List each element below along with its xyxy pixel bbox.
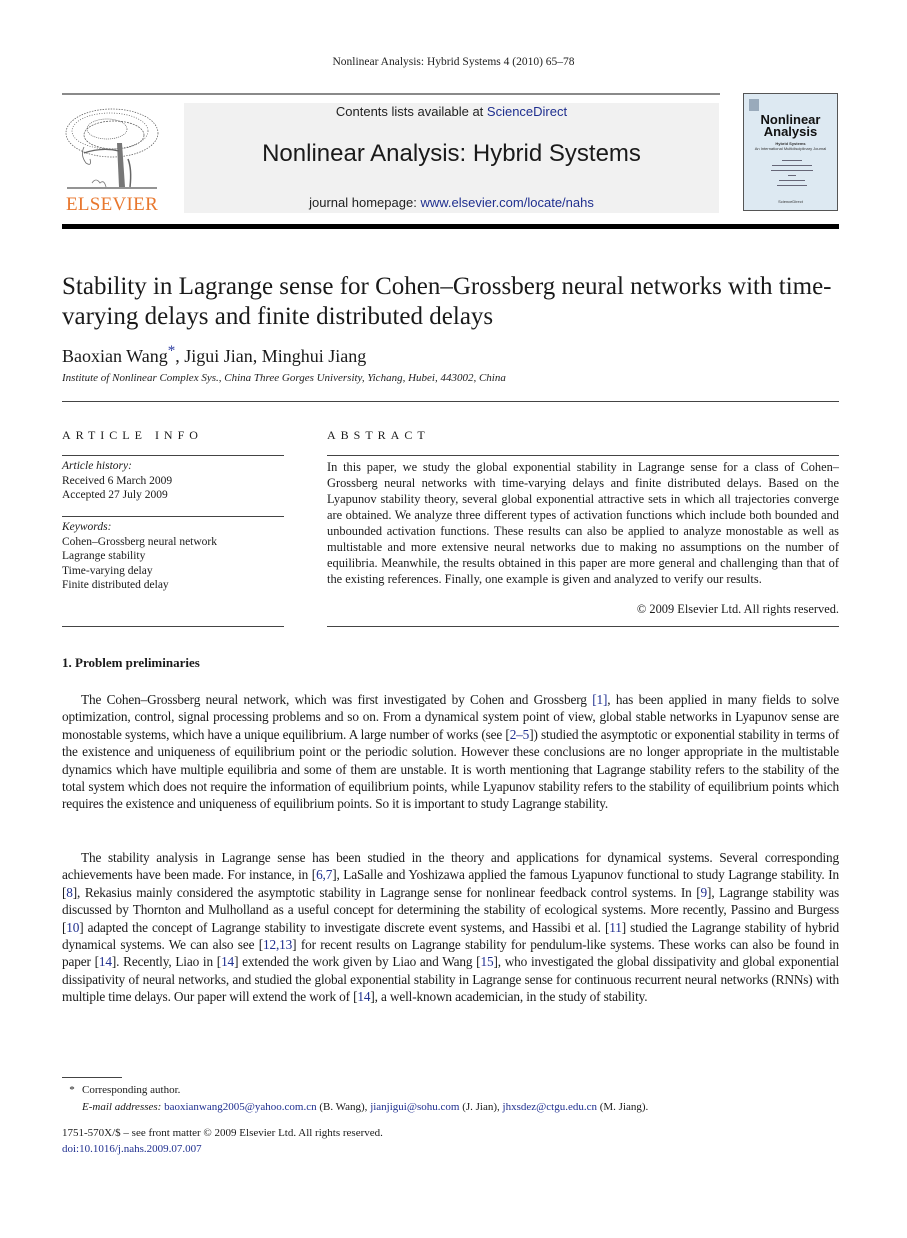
header-rule <box>62 93 720 95</box>
citation-link[interactable]: 12,13 <box>263 937 292 952</box>
article-history: Article history: Received 6 March 2009 A… <box>62 459 172 503</box>
contents-prefix: Contents lists available at <box>335 104 487 119</box>
divider <box>327 626 839 627</box>
corresponding-author-mark[interactable]: * <box>168 343 176 359</box>
homepage-line: journal homepage: www.elsevier.com/locat… <box>184 195 719 210</box>
citation-link[interactable]: [1] <box>592 692 607 707</box>
email-link[interactable]: baoxianwang2005@yahoo.com.cn <box>164 1101 316 1113</box>
footnote-rule <box>62 1077 122 1078</box>
cover-subtitle-secondary: An International Multidisciplinary Journ… <box>754 146 827 151</box>
divider <box>62 626 284 627</box>
citation-link[interactable]: 14 <box>221 954 234 969</box>
article-info-heading: ARTICLE INFO <box>62 428 203 442</box>
email-owner: (J. Jian), <box>459 1101 503 1113</box>
accepted-date: Accepted 27 July 2009 <box>62 489 168 501</box>
publisher-name: ELSEVIER <box>65 194 159 215</box>
cover-editor-lines <box>769 156 814 190</box>
contents-line: Contents lists available at ScienceDirec… <box>184 104 719 119</box>
author-name[interactable]: Jigui Jian <box>184 346 253 366</box>
journal-name: Nonlinear Analysis: Hybrid Systems <box>262 140 641 167</box>
author-name[interactable]: Baoxian Wang <box>62 346 168 366</box>
citation-link[interactable]: 6,7 <box>316 867 332 882</box>
footnote-star: * <box>69 1084 75 1096</box>
cover-footer: ScienceDirect <box>778 199 803 204</box>
paragraph-text: ], Rekasius mainly considered the asympt… <box>72 884 701 900</box>
author-list: Baoxian Wang*, Jigui Jian, Minghui Jiang <box>62 343 367 366</box>
divider <box>62 455 284 456</box>
running-head: Nonlinear Analysis: Hybrid Systems 4 (20… <box>332 56 575 68</box>
paragraph-text: ], a well-known academician, in the stud… <box>370 989 648 1005</box>
email-addresses: E-mail addresses: baoxianwang2005@yahoo.… <box>62 1099 648 1116</box>
abstract-text: In this paper, we study the global expon… <box>327 460 839 586</box>
author-name[interactable]: Minghui Jiang <box>262 346 367 366</box>
article-title: Stability in Lagrange sense for Cohen–Gr… <box>62 273 832 330</box>
citation-link[interactable]: 11 <box>609 920 622 935</box>
paragraph-text: ] adapted the concept of Lagrange stabil… <box>79 919 610 935</box>
affiliation: Institute of Nonlinear Complex Sys., Chi… <box>62 372 506 384</box>
divider <box>327 455 839 456</box>
email-owner: (B. Wang), <box>316 1101 371 1113</box>
citation-link[interactable]: 15 <box>480 954 493 969</box>
corresponding-author-note: * Corresponding author. <box>62 1082 648 1099</box>
keywords-label: Keywords: <box>62 521 112 533</box>
received-date: Received 6 March 2009 <box>62 474 173 487</box>
divider <box>62 516 284 517</box>
journal-cover-thumbnail[interactable]: Nonlinear Analysis Hybrid Systems An Inter… <box>743 93 838 211</box>
email-label: E-mail addresses: <box>82 1101 162 1113</box>
keywords: Keywords: Cohen–Grossberg neural network… <box>62 520 217 593</box>
doi-link[interactable]: doi:10.1016/j.nahs.2009.07.007 <box>62 1141 383 1157</box>
footnote: * Corresponding author. E-mail addresses:… <box>62 1082 648 1116</box>
history-label: Article history: <box>62 460 132 472</box>
keyword: Lagrange stability <box>62 550 146 562</box>
keyword: Cohen–Grossberg neural network <box>62 535 218 548</box>
journal-homepage-link[interactable]: www.elsevier.com/locate/nahs <box>420 195 593 210</box>
abstract-copyright: © 2009 Elsevier Ltd. All rights reserved… <box>636 602 839 616</box>
citation-link[interactable]: 14 <box>99 954 112 969</box>
abstract-heading: ABSTRACT <box>327 428 430 442</box>
tree-icon <box>65 108 159 189</box>
keyword: Finite distributed delay <box>62 579 169 591</box>
section-heading: 1. Problem preliminaries <box>62 655 200 670</box>
citation-link[interactable]: 10 <box>66 920 79 935</box>
paragraph-text: The Cohen–Grossberg neural network, whic… <box>81 692 593 707</box>
cover-title: Nonlinear Analysis <box>744 113 837 139</box>
email-link[interactable]: jianjigui@sohu.com <box>370 1101 459 1113</box>
sciencedirect-link[interactable]: ScienceDirect <box>487 104 567 119</box>
citation-link[interactable]: 2–5 <box>510 727 530 742</box>
cover-logo-icon <box>749 99 759 111</box>
body-paragraph: The Cohen–Grossberg neural network, whic… <box>62 691 839 813</box>
issn-line: 1751-570X/$ – see front matter © 2009 El… <box>62 1125 383 1157</box>
homepage-prefix: journal homepage: <box>309 195 421 210</box>
citation-link[interactable]: 14 <box>357 989 370 1004</box>
issn-text: 1751-570X/$ – see front matter © 2009 El… <box>62 1127 383 1139</box>
cover-title-line2: Analysis <box>763 124 818 139</box>
corresponding-label: Corresponding author. <box>82 1084 181 1096</box>
header-rule-thick <box>62 224 839 229</box>
email-owner: (M. Jiang). <box>596 1101 649 1113</box>
body-paragraph: The stability analysis in Lagrange sense… <box>62 849 839 1006</box>
divider <box>62 401 839 402</box>
paragraph-text: ] extended the work given by Liao and Wa… <box>234 954 481 970</box>
email-link[interactable]: jhxsdez@ctgu.edu.cn <box>503 1101 597 1113</box>
cover-subtitle: Hybrid Systems An International Multidisc… <box>744 141 837 151</box>
keyword: Time-varying delay <box>62 564 153 577</box>
paragraph-text: ]. Recently, Liao in [ <box>111 954 222 970</box>
